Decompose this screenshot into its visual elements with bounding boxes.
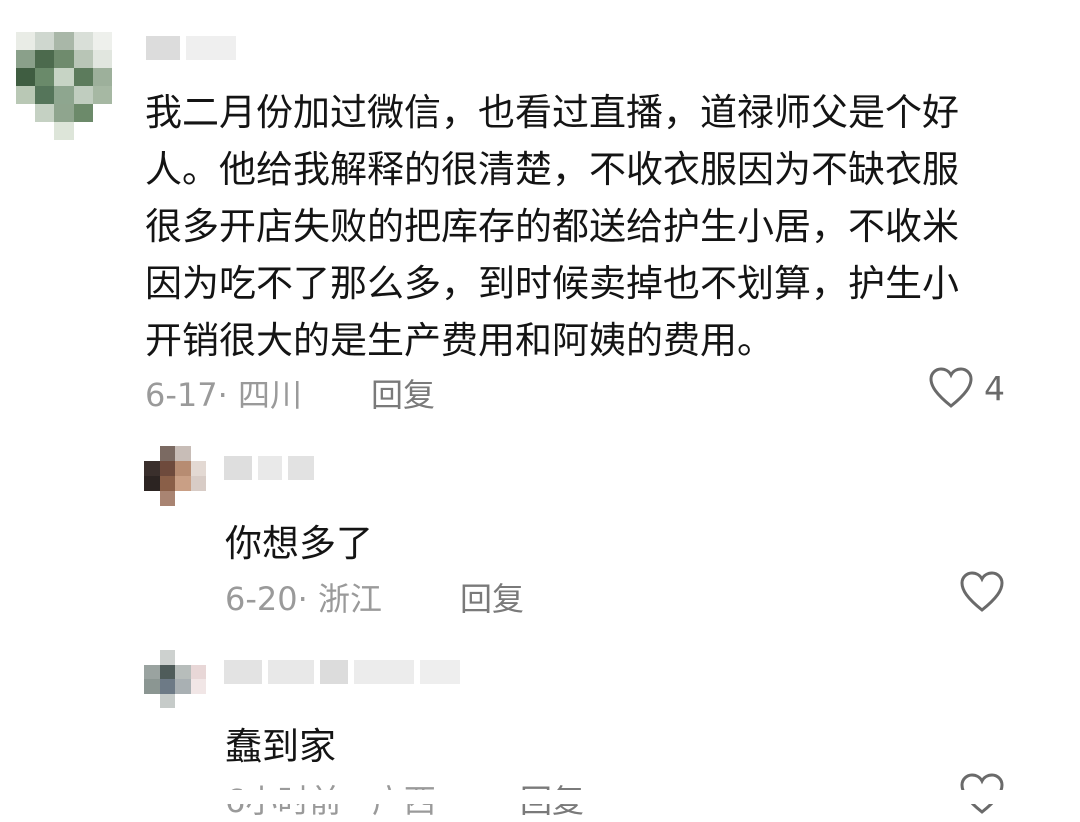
- cropped-header-fragment: [430, 0, 670, 6]
- comment-body: 我二月份加过微信，也看过直播，道禄师父是个好 人。他给我解释的很清楚，不收衣服因…: [145, 84, 1080, 369]
- screenshot-bottom-edge: [0, 790, 1080, 804]
- like-button[interactable]: [959, 570, 1005, 614]
- comment-date-location: 6-17· 四川: [145, 376, 302, 414]
- reply-text: 你想多了: [225, 522, 373, 565]
- reply-name-blurred[interactable]: [224, 660, 460, 684]
- heart-outline-icon: [960, 571, 1004, 612]
- like-count: 4: [984, 368, 1005, 408]
- like-button[interactable]: 4: [928, 366, 1005, 410]
- comment-line: 很多开店失败的把库存的都送给护生小居，不收米: [145, 205, 959, 248]
- reply-button[interactable]: 回复: [460, 574, 524, 620]
- reply-text: 蠢到家: [225, 725, 336, 768]
- comment-line: 开销很大的是生产费用和阿姨的费用。: [145, 319, 774, 362]
- heart-outline-icon: [929, 367, 973, 408]
- comment-line: 我二月份加过微信，也看过直播，道禄师父是个好: [145, 91, 959, 134]
- reply-avatar[interactable]: [144, 650, 206, 708]
- commenter-avatar[interactable]: [16, 32, 112, 140]
- comment-line: 因为吃不了那么多，到时候卖掉也不划算，护生小: [145, 262, 959, 305]
- reply-button[interactable]: 回复: [371, 370, 435, 416]
- reply-date-location: 6-20· 浙江: [225, 580, 382, 618]
- reply-avatar[interactable]: [144, 446, 206, 506]
- comment-line: 人。他给我解释的很清楚，不收衣服因为不缺衣服: [145, 148, 959, 191]
- commenter-name-blurred[interactable]: [146, 36, 236, 60]
- reply-name-blurred[interactable]: [224, 456, 314, 480]
